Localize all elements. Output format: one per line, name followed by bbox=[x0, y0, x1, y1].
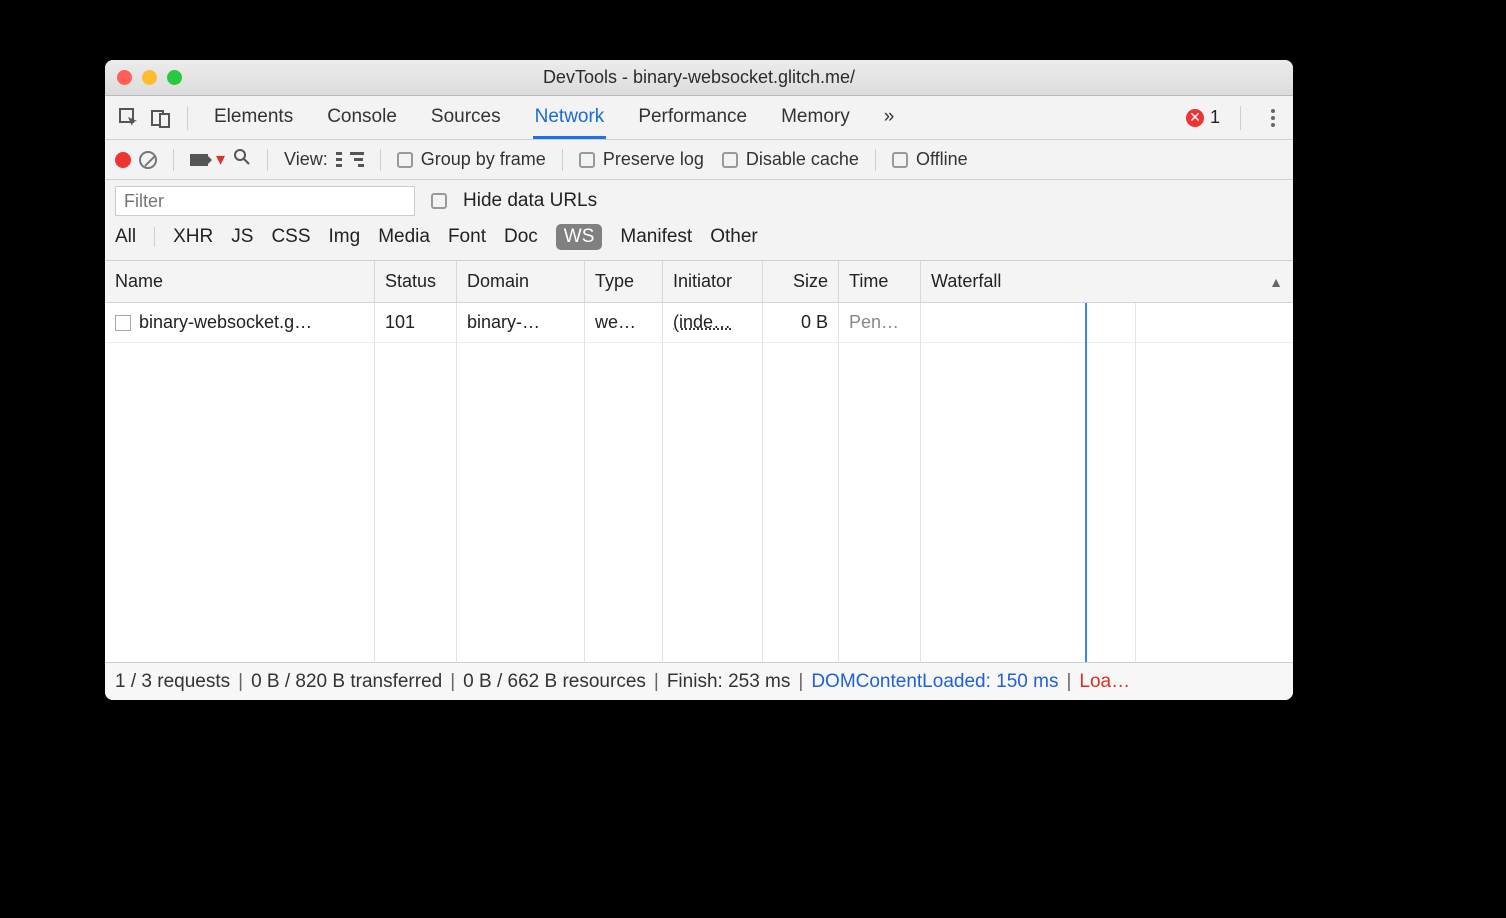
tab-sources[interactable]: Sources bbox=[429, 96, 503, 139]
cell-waterfall bbox=[921, 303, 1293, 342]
type-manifest[interactable]: Manifest bbox=[620, 226, 692, 248]
tabs-overflow[interactable]: » bbox=[882, 96, 897, 139]
table-row[interactable]: binary-websocket.g… 101 binary-… we… (in… bbox=[105, 303, 1293, 343]
separator bbox=[173, 149, 174, 171]
cell-size: 0 B bbox=[763, 303, 839, 342]
tab-network[interactable]: Network bbox=[533, 96, 607, 139]
col-name[interactable]: Name bbox=[105, 261, 375, 302]
network-toolbar: ▾ View: Group by frame Preserve log Disa… bbox=[105, 140, 1293, 180]
type-css[interactable]: CSS bbox=[271, 226, 310, 248]
preserve-log-label: Preserve log bbox=[603, 149, 704, 170]
record-button[interactable] bbox=[115, 152, 131, 168]
type-font[interactable]: Font bbox=[448, 226, 486, 248]
disable-cache-checkbox[interactable] bbox=[722, 152, 738, 168]
devtools-window: DevTools - binary-websocket.glitch.me/ E… bbox=[105, 60, 1293, 700]
tab-performance[interactable]: Performance bbox=[636, 96, 749, 139]
screenshot-icon[interactable] bbox=[190, 154, 208, 166]
tab-console[interactable]: Console bbox=[325, 96, 399, 139]
search-icon[interactable] bbox=[233, 148, 251, 171]
type-js[interactable]: JS bbox=[231, 226, 253, 248]
type-other[interactable]: Other bbox=[710, 226, 758, 248]
status-bar: 1 / 3 requests| 0 B / 820 B transferred|… bbox=[105, 662, 1293, 700]
error-count: 1 bbox=[1210, 107, 1220, 128]
status-finish: Finish: 253 ms bbox=[667, 671, 791, 693]
panel-tabs-row: Elements Console Sources Network Perform… bbox=[105, 96, 1293, 140]
error-icon: ✕ bbox=[1186, 109, 1204, 127]
window-title: DevTools - binary-websocket.glitch.me/ bbox=[105, 67, 1293, 88]
waterfall-end-marker bbox=[1085, 303, 1087, 662]
col-type[interactable]: Type bbox=[585, 261, 663, 302]
separator bbox=[1240, 106, 1241, 130]
hide-data-urls-label: Hide data URLs bbox=[463, 190, 597, 212]
cell-initiator[interactable]: (inde… bbox=[663, 303, 763, 342]
type-img[interactable]: Img bbox=[329, 226, 361, 248]
col-domain[interactable]: Domain bbox=[457, 261, 585, 302]
waterfall-view-icon[interactable] bbox=[350, 152, 364, 167]
table-header: Name Status Domain Type Initiator Size T… bbox=[105, 261, 1293, 303]
cell-name: binary-websocket.g… bbox=[105, 303, 375, 342]
type-doc[interactable]: Doc bbox=[504, 226, 538, 248]
status-requests: 1 / 3 requests bbox=[115, 671, 230, 693]
tab-elements[interactable]: Elements bbox=[212, 96, 295, 139]
device-toolbar-icon[interactable] bbox=[145, 102, 177, 134]
preserve-log-checkbox[interactable] bbox=[579, 152, 595, 168]
status-dcl: DOMContentLoaded: 150 ms bbox=[811, 671, 1058, 693]
traffic-lights bbox=[117, 70, 182, 85]
status-transferred: 0 B / 820 B transferred bbox=[251, 671, 442, 693]
large-rows-icon[interactable] bbox=[336, 152, 342, 167]
tab-memory[interactable]: Memory bbox=[779, 96, 852, 139]
close-window-button[interactable] bbox=[117, 70, 132, 85]
sort-asc-icon: ▲ bbox=[1269, 274, 1283, 290]
filter-row: Hide data URLs bbox=[105, 180, 1293, 216]
type-ws[interactable]: WS bbox=[556, 224, 603, 250]
separator bbox=[267, 149, 268, 171]
panel-tabs: Elements Console Sources Network Perform… bbox=[212, 96, 896, 139]
separator bbox=[154, 227, 155, 247]
status-load: Loa… bbox=[1079, 671, 1130, 693]
col-size[interactable]: Size bbox=[763, 261, 839, 302]
requests-table: Name Status Domain Type Initiator Size T… bbox=[105, 261, 1293, 662]
cell-status: 101 bbox=[375, 303, 457, 342]
filter-input[interactable] bbox=[115, 186, 415, 216]
offline-label: Offline bbox=[916, 149, 968, 170]
inspect-element-icon[interactable] bbox=[113, 102, 145, 134]
col-waterfall-label: Waterfall bbox=[931, 271, 1001, 292]
error-count-badge[interactable]: ✕ 1 bbox=[1186, 107, 1220, 128]
table-body: binary-websocket.g… 101 binary-… we… (in… bbox=[105, 303, 1293, 662]
cell-domain: binary-… bbox=[457, 303, 585, 342]
separator bbox=[187, 106, 188, 130]
type-media[interactable]: Media bbox=[378, 226, 430, 248]
col-initiator[interactable]: Initiator bbox=[663, 261, 763, 302]
waterfall-marker bbox=[1135, 303, 1136, 662]
status-resources: 0 B / 662 B resources bbox=[463, 671, 646, 693]
offline-checkbox[interactable] bbox=[892, 152, 908, 168]
separator bbox=[380, 149, 381, 171]
group-by-frame-label: Group by frame bbox=[421, 149, 546, 170]
group-by-frame-checkbox[interactable] bbox=[397, 152, 413, 168]
col-waterfall[interactable]: Waterfall ▲ bbox=[921, 261, 1293, 302]
col-time[interactable]: Time bbox=[839, 261, 921, 302]
maximize-window-button[interactable] bbox=[167, 70, 182, 85]
titlebar: DevTools - binary-websocket.glitch.me/ bbox=[105, 60, 1293, 96]
disable-cache-label: Disable cache bbox=[746, 149, 859, 170]
separator bbox=[562, 149, 563, 171]
minimize-window-button[interactable] bbox=[142, 70, 157, 85]
type-all[interactable]: All bbox=[115, 226, 136, 248]
filter-icon[interactable]: ▾ bbox=[216, 149, 225, 170]
hide-data-urls-checkbox[interactable] bbox=[431, 193, 447, 209]
type-xhr[interactable]: XHR bbox=[173, 226, 213, 248]
cell-time: Pen… bbox=[839, 303, 921, 342]
settings-menu-icon[interactable] bbox=[1261, 109, 1285, 127]
col-status[interactable]: Status bbox=[375, 261, 457, 302]
separator bbox=[875, 149, 876, 171]
file-icon bbox=[115, 315, 131, 331]
type-filters: All XHR JS CSS Img Media Font Doc WS Man… bbox=[105, 216, 1293, 261]
clear-button[interactable] bbox=[139, 151, 157, 169]
view-label: View: bbox=[284, 149, 328, 170]
cell-type: we… bbox=[585, 303, 663, 342]
